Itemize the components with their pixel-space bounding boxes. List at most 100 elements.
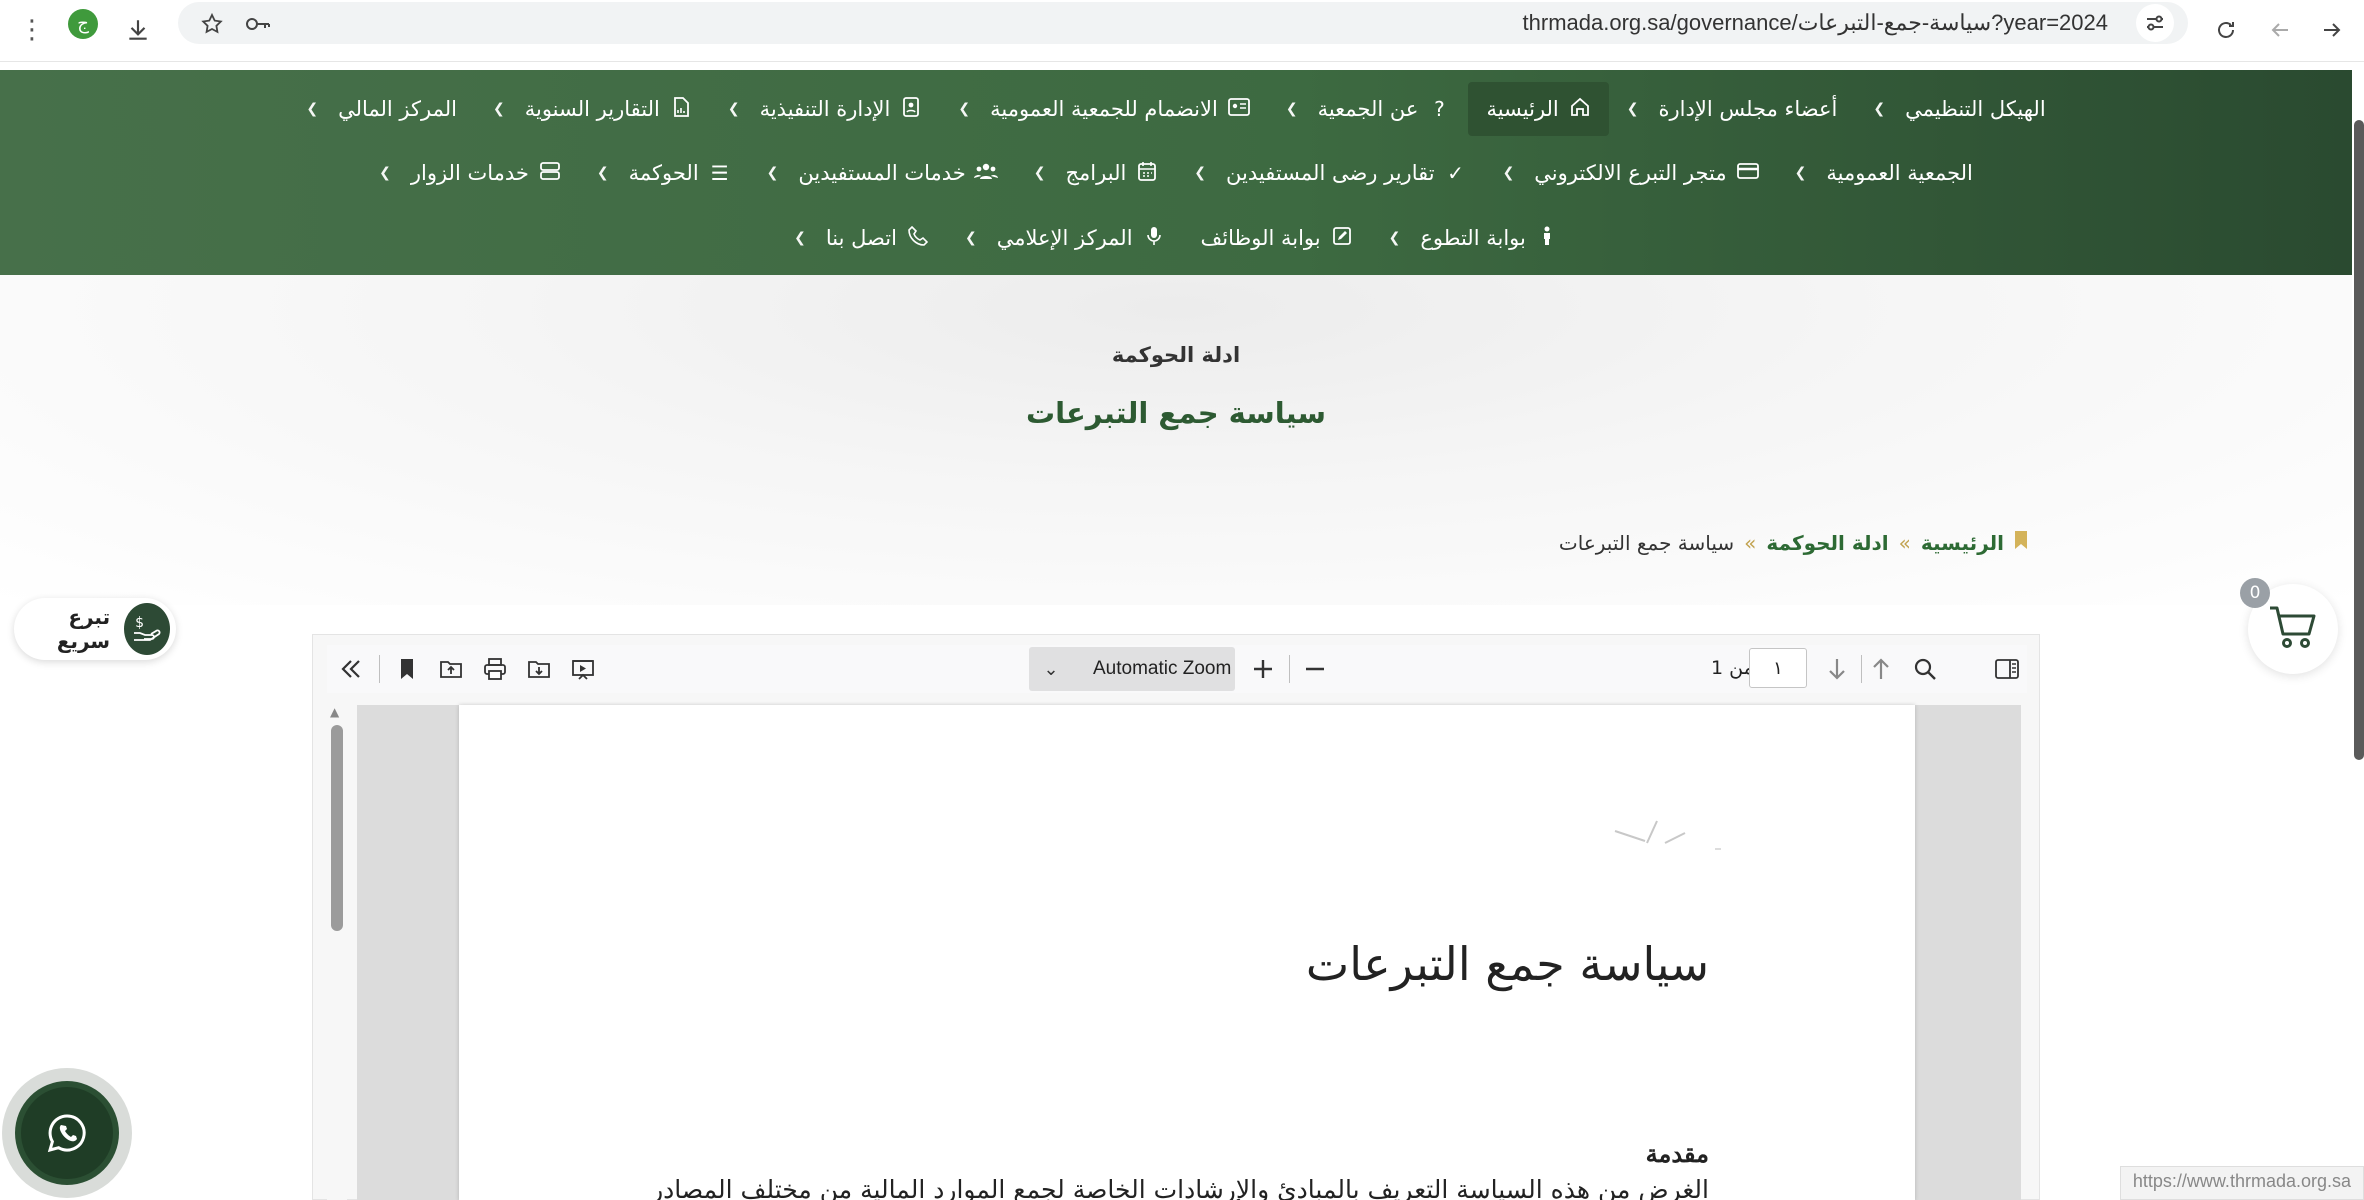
- toggle-sidebar-icon[interactable]: [1987, 649, 2027, 689]
- chevron-down-icon: ❯: [1285, 101, 1298, 117]
- nav-item-general-assembly[interactable]: الجمعية العمومية ❯: [1777, 146, 1991, 200]
- nav-label: المركز المالي: [338, 97, 457, 121]
- pdf-viewer: ⌄ Automatic Zoom من 1 ▲: [312, 634, 2040, 1200]
- nav-item-executive[interactable]: الإدارة التنفيذية ❯: [710, 82, 941, 136]
- cart-button[interactable]: 0: [2240, 578, 2338, 674]
- nav-item-jobs-portal[interactable]: بوابة الوظائف: [1183, 211, 1371, 265]
- bookmark-star-icon[interactable]: [190, 2, 234, 46]
- microphone-icon: [1143, 226, 1165, 251]
- download-icon[interactable]: [116, 8, 160, 52]
- profile-avatar[interactable]: ج: [68, 9, 98, 39]
- nav-label: الحوكمة: [628, 161, 699, 185]
- forward-icon[interactable]: [2258, 8, 2302, 52]
- file-chart-icon: [670, 96, 692, 122]
- pdf-scrollbar-thumb[interactable]: [331, 725, 343, 931]
- breadcrumb-section[interactable]: ادلة الحوكمة: [1766, 531, 1888, 555]
- nav-item-contact[interactable]: اتصل بنا ❯: [776, 211, 947, 265]
- nav-label: الإدارة التنفيذية: [759, 97, 891, 121]
- status-bar-url: https://www.thrmada.org.sa: [2119, 1166, 2364, 1200]
- chevron-down-icon: ❯: [727, 101, 740, 117]
- next-page-icon[interactable]: [1817, 649, 1857, 689]
- users-icon: [973, 161, 998, 185]
- previous-page-icon[interactable]: [1861, 649, 1901, 689]
- home-icon: [1569, 97, 1591, 122]
- nav-label: أعضاء مجلس الإدارة: [1658, 97, 1838, 121]
- breadcrumb-separator: »: [1744, 530, 1757, 555]
- nav-label: الرئيسية: [1486, 97, 1559, 121]
- page-category: ادلة الحوكمة: [1111, 343, 1241, 367]
- bookmark-icon: [2014, 530, 2028, 555]
- cart-icon: [2268, 604, 2318, 654]
- nav-item-home[interactable]: الرئيسية: [1468, 82, 1609, 136]
- zoom-select[interactable]: ⌄ Automatic Zoom: [1029, 647, 1235, 691]
- chevron-down-icon: ❯: [964, 230, 977, 246]
- person-icon: [1536, 226, 1558, 251]
- quick-donate-label: تبرع سريع: [56, 605, 111, 653]
- document-heading: مقدمة: [1645, 1139, 1709, 1168]
- print-icon[interactable]: [475, 649, 515, 689]
- whatsapp-icon: [21, 1087, 113, 1179]
- nav-label: الهيكل التنظيمي: [1905, 97, 2046, 121]
- reload-icon[interactable]: [2204, 8, 2248, 52]
- zoom-out-icon[interactable]: [1295, 649, 1335, 689]
- address-bar[interactable]: thrmada.org.sa/governance/سياسة-جمع-التب…: [178, 2, 2188, 44]
- find-search-icon[interactable]: [1905, 649, 1945, 689]
- toolbar-separator: [1289, 655, 1290, 683]
- presentation-mode-icon[interactable]: [563, 649, 603, 689]
- nav-row-2: الجمعية العمومية ❯ متجر التبرع الالكتروني…: [0, 146, 2352, 200]
- edit-square-icon: [1331, 226, 1353, 250]
- back-icon[interactable]: [2310, 8, 2354, 52]
- nav-item-satisfaction-reports[interactable]: ✓ تقارير رضى المستفيدين ❯: [1176, 146, 1484, 200]
- breadcrumb-home[interactable]: الرئيسية: [1921, 531, 2004, 555]
- scroll-up-arrow-icon[interactable]: ▲: [330, 705, 339, 719]
- calendar-icon: [1136, 161, 1158, 186]
- nav-item-visitor-services[interactable]: خدمات الزوار ❯: [361, 146, 579, 200]
- nav-label: بوابة التطوع: [1420, 226, 1526, 250]
- nav-item-volunteer-portal[interactable]: بوابة التطوع ❯: [1371, 211, 1576, 265]
- nav-item-donation-store[interactable]: متجر التبرع الالكتروني ❯: [1485, 146, 1777, 200]
- nav-item-about[interactable]: ? عن الجمعية ❯: [1268, 82, 1469, 136]
- nav-item-annual-reports[interactable]: التقارير السنوية ❯: [475, 82, 710, 136]
- nav-item-financial-center[interactable]: المركز المالي ❯: [288, 82, 475, 136]
- nav-item-beneficiary-services[interactable]: خدمات المستفيدين ❯: [749, 146, 1016, 200]
- bookmark-icon[interactable]: [387, 649, 427, 689]
- chevron-down-icon: ❯: [1794, 165, 1807, 181]
- tools-menu-icon[interactable]: [331, 649, 371, 689]
- address-book-icon: [900, 96, 922, 122]
- list-icon: ☰: [710, 161, 729, 185]
- site-settings-icon[interactable]: [2136, 4, 2174, 42]
- nav-item-programs[interactable]: البرامج ❯: [1016, 146, 1177, 200]
- nav-label: المركز الإعلامي: [996, 226, 1133, 250]
- nav-item-governance[interactable]: ☰ الحوكمة ❯: [579, 146, 749, 200]
- open-file-icon[interactable]: [431, 649, 471, 689]
- zoom-select-label: Automatic Zoom: [1093, 658, 1232, 679]
- pdf-canvas: سياسة جمع التبرعات مقدمة الغرض من هذه ال…: [357, 705, 2021, 1200]
- whatsapp-button[interactable]: [2, 1068, 132, 1198]
- nav-item-board-members[interactable]: أعضاء مجلس الإدارة ❯: [1609, 82, 1856, 136]
- nav-item-media-center[interactable]: المركز الإعلامي ❯: [947, 211, 1183, 265]
- download-pdf-icon[interactable]: [519, 649, 559, 689]
- pdf-scrollbar[interactable]: ▲: [327, 705, 347, 1200]
- nav-item-org-structure[interactable]: الهيكل التنظيمي ❯: [1855, 82, 2063, 136]
- quick-donate-button[interactable]: $ تبرع سريع: [14, 598, 176, 660]
- id-card-icon: [1227, 97, 1250, 121]
- chevron-down-icon: ❯: [379, 165, 391, 181]
- check-icon: ✓: [1447, 161, 1464, 185]
- nav-label: خدمات الزوار: [410, 161, 529, 185]
- nav-label: الجمعية العمومية: [1826, 161, 1973, 185]
- page-header: ادلة الحوكمة سياسة جمع التبرعات الرئيسية…: [0, 275, 2352, 605]
- zoom-in-icon[interactable]: [1243, 649, 1283, 689]
- page-number-input[interactable]: [1749, 648, 1807, 688]
- nav-item-join-assembly[interactable]: الانضمام للجمعية العمومية ❯: [940, 82, 1267, 136]
- server-icon: [539, 161, 561, 185]
- chevron-down-icon: ⌄: [1043, 658, 1059, 680]
- password-key-icon[interactable]: [236, 2, 280, 46]
- breadcrumb-current: سياسة جمع التبرعات: [1558, 530, 1735, 555]
- chevron-down-icon: ❯: [492, 101, 505, 117]
- main-navigation: الهيكل التنظيمي ❯ أعضاء مجلس الإدارة ❯ الر…: [0, 70, 2352, 275]
- credit-card-icon: [1736, 161, 1759, 185]
- url-text[interactable]: thrmada.org.sa/governance/سياسة-جمع-التب…: [1523, 10, 2108, 36]
- page-scrollbar-thumb[interactable]: [2354, 120, 2364, 760]
- browser-menu-icon[interactable]: ⋮: [10, 8, 54, 52]
- nav-label: تقارير رضى المستفيدين: [1226, 161, 1435, 185]
